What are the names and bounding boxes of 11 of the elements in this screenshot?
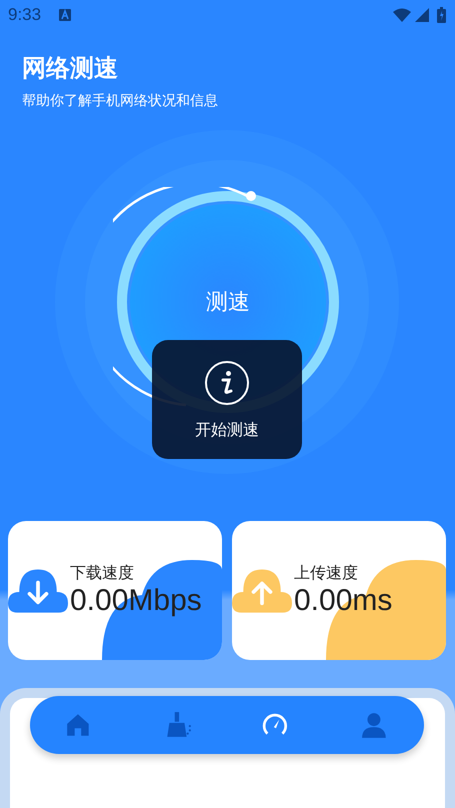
toast-text: 开始测速: [195, 420, 259, 441]
page-title: 网络测速: [22, 53, 119, 84]
status-time: 9:33: [8, 5, 42, 25]
signal-icon: [415, 8, 429, 22]
battery-icon: [437, 7, 446, 23]
page-subtitle: 帮助你了解手机网络状况和信息: [22, 92, 219, 110]
info-icon: [204, 360, 250, 406]
speed-label: 上传速度: [294, 563, 359, 584]
wifi-icon: [393, 8, 411, 22]
speed-label: 下载速度: [70, 563, 135, 584]
notification-icon: [59, 9, 72, 21]
